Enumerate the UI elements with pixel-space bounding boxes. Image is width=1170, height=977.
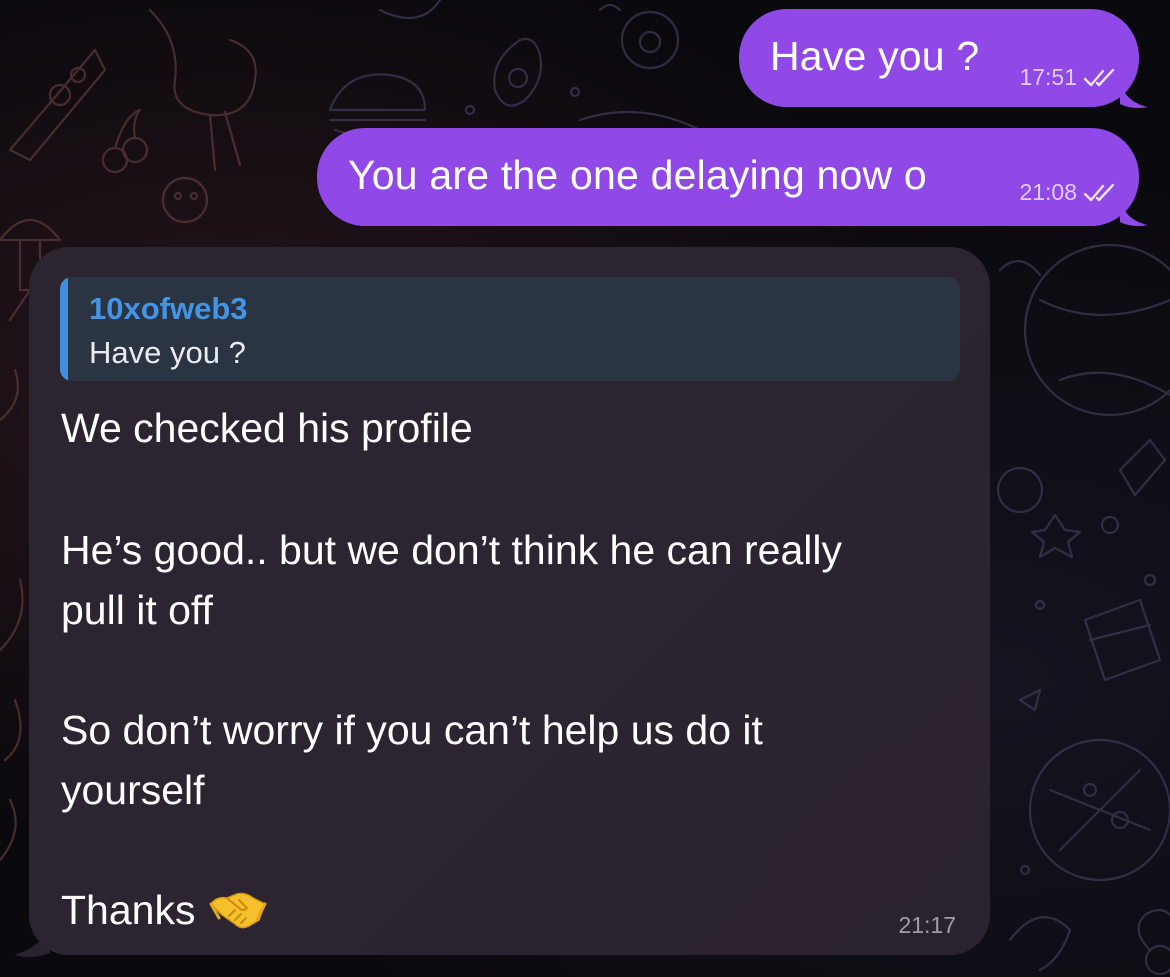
message-meta: 17:51 — [1019, 64, 1117, 91]
message-line: He’s good.. but we don’t think he can re… — [61, 527, 843, 573]
message-text: Thanks — [61, 887, 196, 933]
message-line: yourself — [61, 767, 205, 813]
bubble-tail — [1120, 198, 1148, 226]
reply-accent-bar — [60, 277, 68, 381]
message-time: 17:51 — [1019, 64, 1077, 90]
message-time: 21:17 — [898, 912, 956, 938]
outgoing-message[interactable]: You are the one delaying now o 21:08 — [317, 128, 1139, 226]
double-check-icon — [1083, 68, 1115, 86]
handshake-icon — [209, 892, 267, 929]
bubble-tail — [1120, 80, 1148, 108]
message-line: So don’t worry if you can’t help us do i… — [61, 707, 763, 753]
reply-quoted-text: Have you ? — [89, 335, 246, 370]
reply-sender-name: 10xofweb3 — [89, 291, 248, 326]
message-line: We checked his profile — [61, 405, 473, 451]
message-time: 21:08 — [1019, 179, 1077, 205]
message-meta: 21:08 — [1019, 179, 1117, 206]
message-line: pull it off — [61, 587, 213, 633]
incoming-message[interactable]: 10xofweb3 Have you ? We checked his prof… — [29, 247, 990, 955]
double-check-icon — [1083, 183, 1115, 201]
message-line-with-emoji: Thanks — [61, 887, 267, 934]
reply-quote[interactable]: 10xofweb3 Have you ? — [60, 277, 960, 381]
message-text: You are the one delaying now o — [348, 152, 927, 198]
outgoing-message[interactable]: Have you ? 17:51 — [739, 9, 1139, 107]
message-text: Have you ? — [770, 33, 980, 79]
